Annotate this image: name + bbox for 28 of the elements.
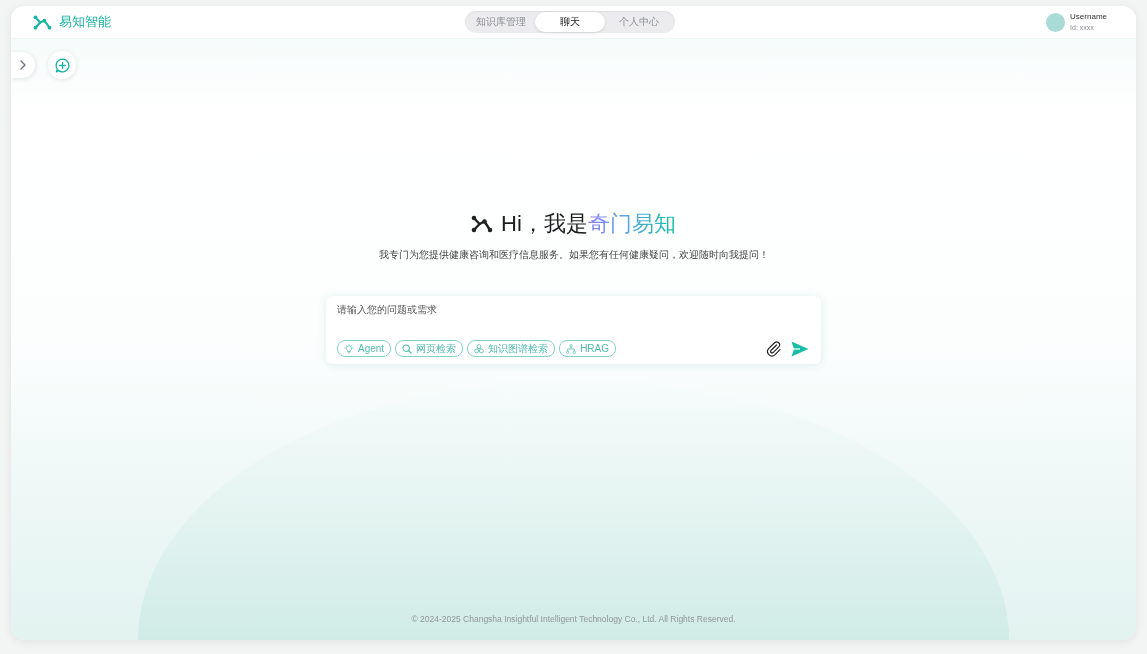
search-icon bbox=[402, 343, 413, 354]
chevron-right-icon bbox=[20, 60, 26, 70]
tool-toggle-button[interactable]: HRAG bbox=[559, 340, 617, 357]
question-input[interactable]: 请输入您的问题或需求 bbox=[337, 303, 809, 333]
paperclip-icon bbox=[766, 340, 782, 357]
tool-toggle-button[interactable]: 网页检索 bbox=[395, 340, 464, 357]
logo-icon bbox=[471, 215, 494, 233]
expand-sidebar-button[interactable] bbox=[11, 52, 35, 78]
three-circles-icon bbox=[474, 343, 485, 354]
nav-tab[interactable]: 知识库管理 bbox=[466, 12, 536, 32]
new-chat-button[interactable] bbox=[48, 51, 76, 79]
description-text: 我专门为您提供健康咨询和医疗信息服务。如果您有任何健康疑问，欢迎随时向我提问！ bbox=[378, 248, 769, 262]
copyright-text: © 2024-2025 Changsha Insightful Intelligent Technology Co., Ltd. All Rights Reserved. bbox=[411, 613, 736, 625]
chat-plus-icon bbox=[54, 57, 70, 73]
nav-tab[interactable]: 聊天 bbox=[535, 12, 605, 32]
send-icon bbox=[791, 340, 809, 357]
logo-icon bbox=[33, 14, 52, 30]
send-button[interactable] bbox=[791, 340, 809, 357]
tool-toggle-button[interactable]: Agent bbox=[337, 340, 392, 357]
username-text: Username bbox=[1070, 11, 1107, 22]
logo-text: 易知智能 bbox=[59, 13, 111, 31]
nav-tab[interactable]: 个人中心 bbox=[604, 12, 674, 32]
lightbulb-icon bbox=[344, 343, 354, 354]
avatar-icon[interactable] bbox=[1046, 12, 1066, 32]
tool-toggle-button[interactable]: 知识图谱检索 bbox=[467, 340, 556, 357]
greeting-heading: Hi，我是奇门易知 bbox=[501, 210, 676, 238]
hierarchy-icon bbox=[566, 343, 577, 354]
attach-button[interactable] bbox=[766, 340, 782, 357]
